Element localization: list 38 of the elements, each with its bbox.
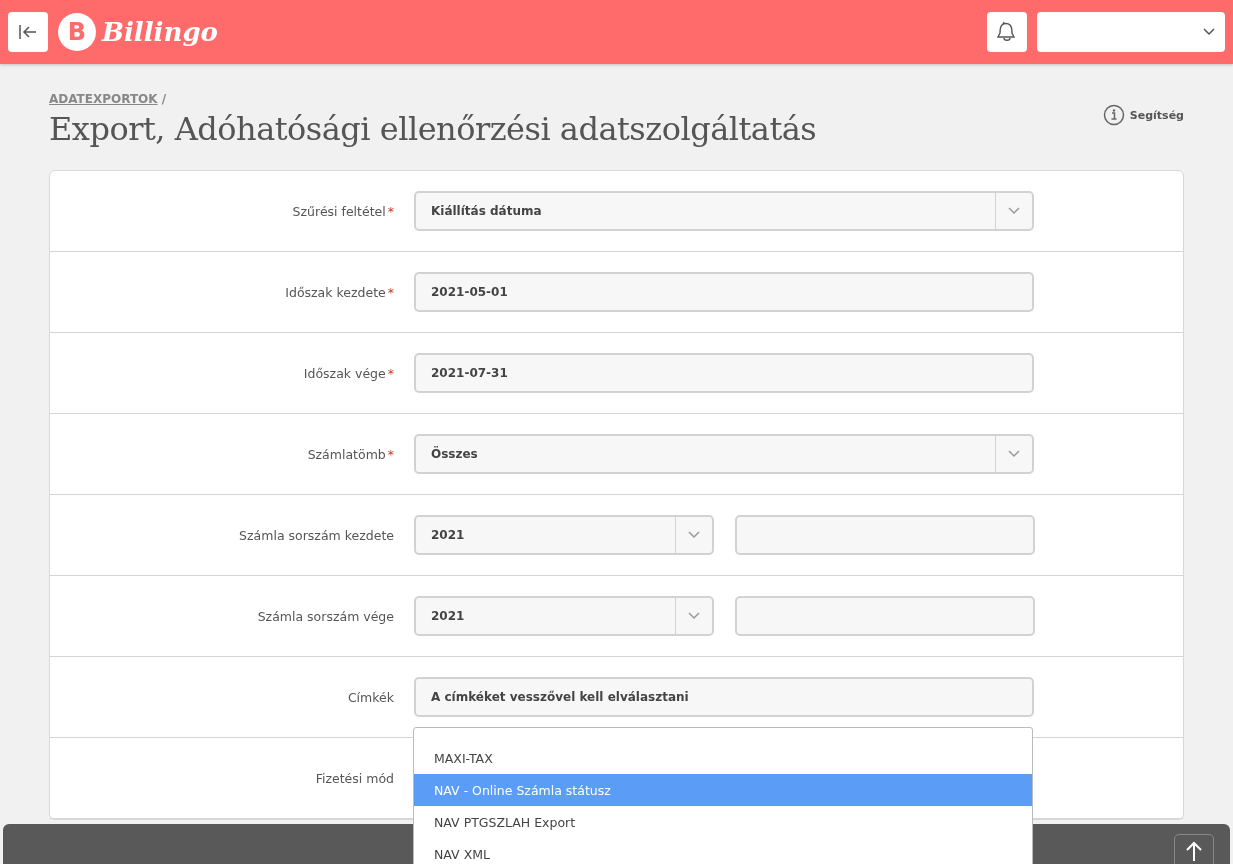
field-label: Számlatömb * (306, 446, 395, 462)
collapse-sidebar-button[interactable] (8, 12, 48, 52)
required-mark: * (387, 365, 394, 381)
input-field[interactable]: 2021-05-01 (414, 272, 1034, 312)
info-icon (1102, 104, 1125, 126)
required-mark: * (387, 446, 394, 462)
collapse-icon (18, 24, 38, 40)
field-label: Időszak kezdete * (284, 284, 395, 300)
select-field[interactable]: 2021 (414, 515, 714, 555)
field-label: Időszak vége * (302, 365, 395, 381)
input-field[interactable]: A címkéket vesszővel kell elválasztani (414, 677, 1034, 717)
select-field[interactable]: Összes (414, 434, 1034, 474)
field-label: Címkék (346, 689, 395, 705)
bell-icon (997, 21, 1017, 43)
input-field[interactable]: 2021-07-31 (414, 353, 1034, 393)
field-label: Számla sorszám kezdete (238, 527, 395, 543)
breadcrumb-separator: / (161, 92, 166, 106)
arrow-up-icon (1186, 841, 1202, 861)
input-field[interactable] (735, 515, 1035, 555)
caret-icon (1203, 28, 1215, 36)
required-mark: * (387, 203, 394, 219)
field-label: Számla sorszám vége (256, 608, 395, 624)
field-label: Szűrési feltétel * (291, 203, 395, 219)
help-link[interactable]: Segítség (1102, 104, 1184, 126)
notifications-button[interactable] (987, 12, 1027, 52)
input-field[interactable] (735, 596, 1035, 636)
required-mark: * (387, 284, 394, 300)
caret-icon (688, 531, 700, 539)
caret-icon (1008, 207, 1020, 215)
caret-icon (688, 612, 700, 620)
scroll-top-button[interactable] (1174, 834, 1214, 864)
field-label: Fizetési mód (314, 770, 395, 786)
logo-mark: B (58, 13, 96, 51)
select-field[interactable]: 2021 (414, 596, 714, 636)
page-title: Export, Adóhatósági ellenőrzési adatszolgáltatás (49, 110, 817, 148)
select-field[interactable]: Kiállítás dátuma (414, 191, 1034, 231)
logo-text: Billingo (102, 17, 218, 47)
caret-icon (1008, 450, 1020, 458)
